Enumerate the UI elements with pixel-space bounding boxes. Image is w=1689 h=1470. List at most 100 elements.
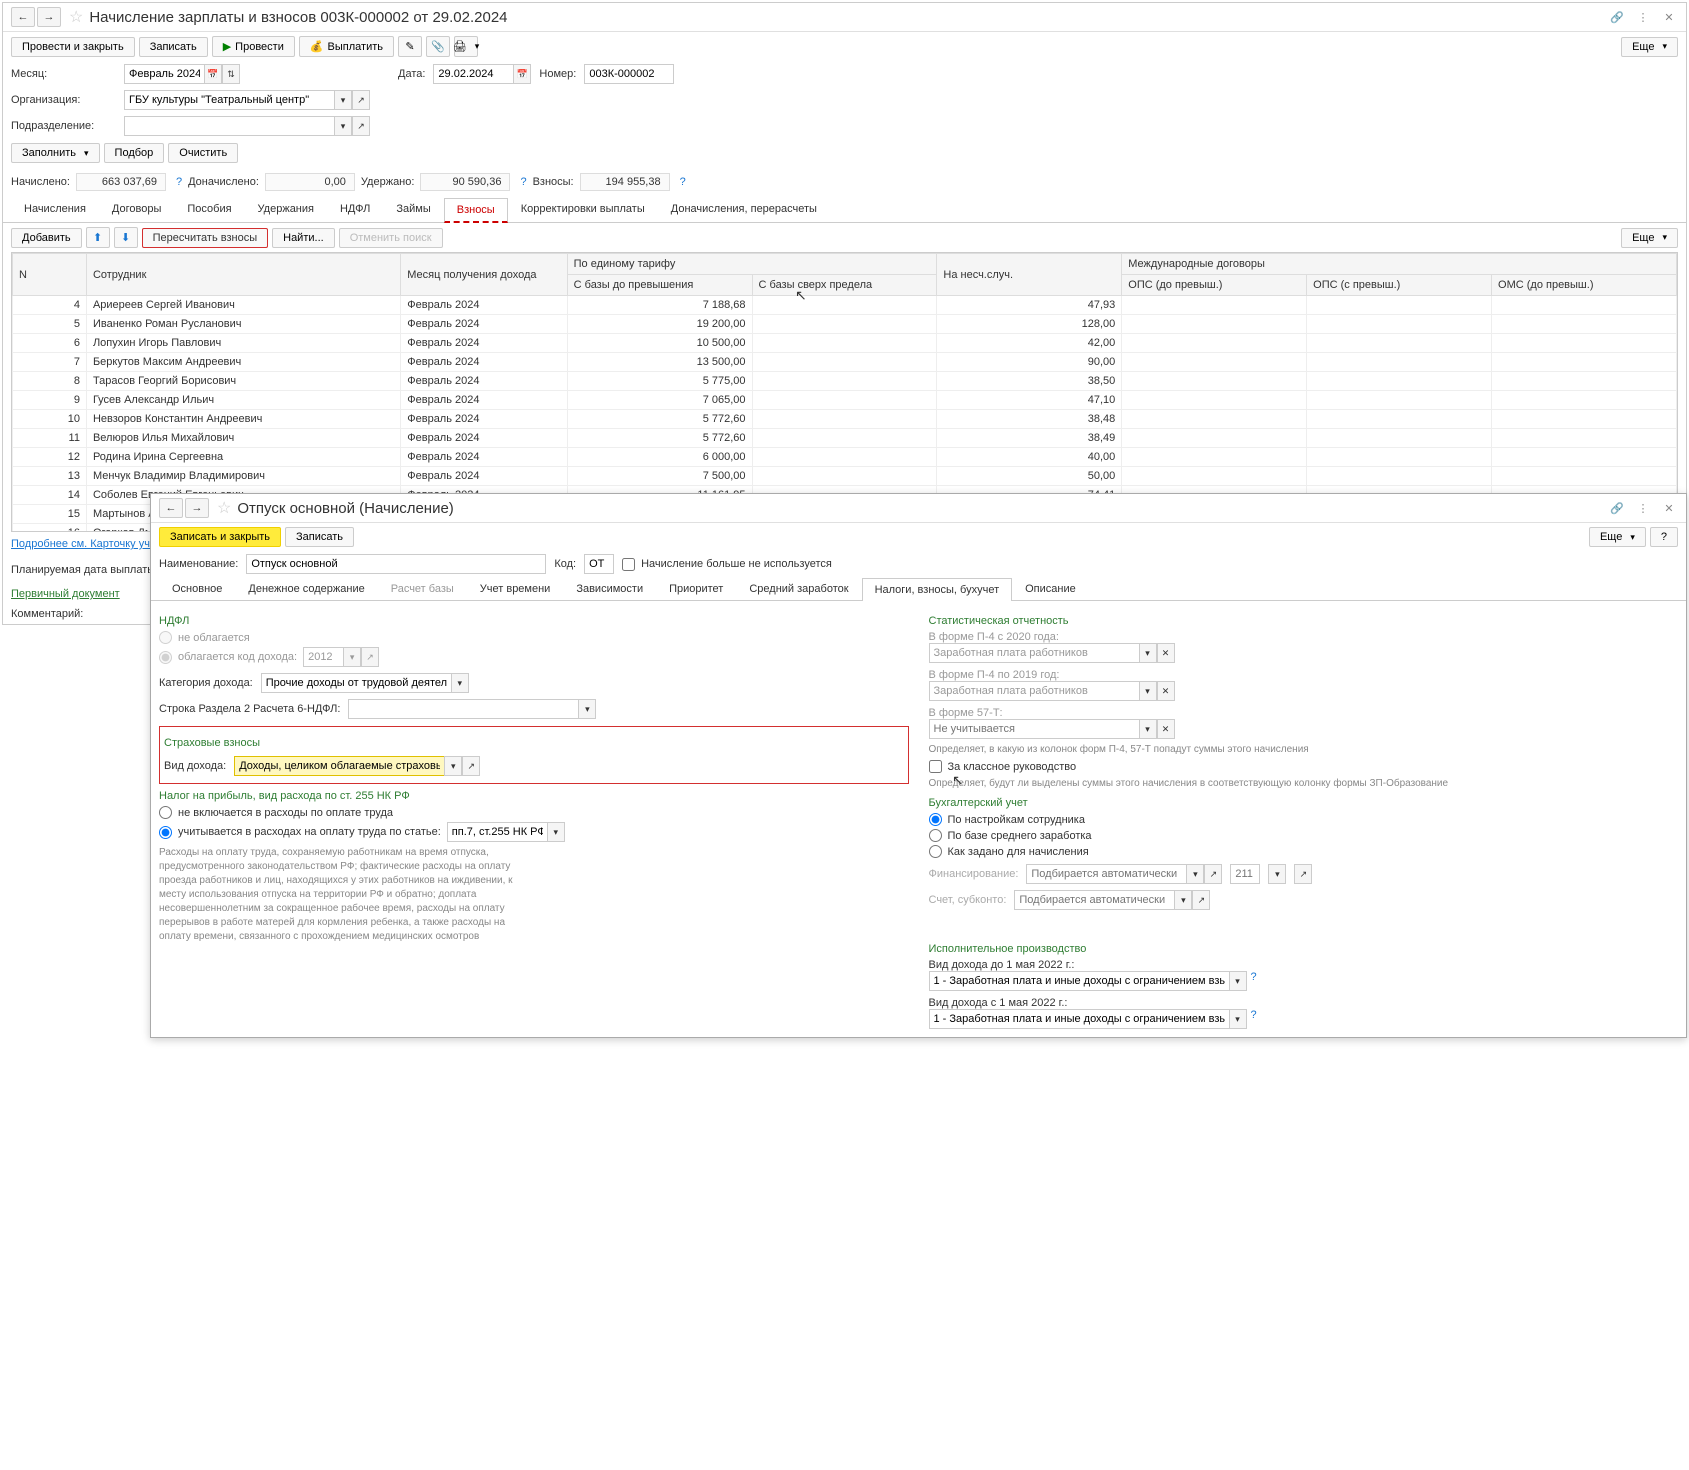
category-input[interactable] <box>261 673 451 693</box>
income-type-dropdown[interactable]: ▾ <box>444 756 462 776</box>
enf-before-dropdown[interactable]: ▾ <box>1229 971 1247 991</box>
post-close-button[interactable]: Провести и закрыть <box>11 37 135 57</box>
sub-tab-desc[interactable]: Описание <box>1012 577 1089 600</box>
help-icon[interactable]: ? <box>520 176 526 188</box>
pay-button[interactable]: 💰Выплатить <box>299 36 394 57</box>
category-dropdown[interactable]: ▾ <box>451 673 469 693</box>
tab-ndfl[interactable]: НДФЛ <box>327 197 383 222</box>
sub-star-icon[interactable]: ☆ <box>217 498 231 518</box>
add-button[interactable]: Добавить <box>11 228 82 248</box>
date-input[interactable] <box>433 64 513 84</box>
line-dropdown[interactable]: ▾ <box>578 699 596 719</box>
table-row[interactable]: 7Беркутов Максим АндреевичФевраль 202413… <box>13 353 1677 372</box>
menu-icon[interactable]: ⋮ <box>1634 8 1652 26</box>
form57t-dropdown[interactable]: ▾ <box>1139 719 1157 739</box>
post-button[interactable]: ▶Провести <box>212 36 295 57</box>
save-button[interactable]: Записать <box>139 37 208 57</box>
acc-set-radio[interactable] <box>929 845 942 858</box>
enf-before-help[interactable]: ? <box>1251 971 1257 991</box>
number-input[interactable] <box>584 64 674 84</box>
stepper-icon[interactable]: ⇅ <box>222 64 240 84</box>
pt-not-included-radio[interactable] <box>159 806 172 819</box>
tab-benefits[interactable]: Пособия <box>174 197 244 222</box>
sub-help-button[interactable]: ? <box>1650 527 1678 547</box>
org-dropdown-icon[interactable]: ▾ <box>334 90 352 110</box>
edit-icon-button[interactable]: ✎ <box>398 36 422 57</box>
code-input[interactable] <box>584 554 614 574</box>
sub-close-icon[interactable]: ✕ <box>1660 499 1678 517</box>
sub-tab-main[interactable]: Основное <box>159 577 235 600</box>
table-row[interactable]: 12Родина Ирина СергеевнаФевраль 20246 00… <box>13 448 1677 467</box>
sub-back-button[interactable]: ← <box>159 498 183 518</box>
enf-after-dropdown[interactable]: ▾ <box>1229 1009 1247 1029</box>
back-button[interactable]: ← <box>11 7 35 27</box>
income-type-open[interactable]: ↗ <box>462 756 480 776</box>
dept-open-icon[interactable]: ↗ <box>352 116 370 136</box>
tab-contributions[interactable]: Взносы <box>444 198 508 223</box>
pt-article-dropdown[interactable]: ▾ <box>547 822 565 842</box>
sub-tab-taxes[interactable]: Налоги, взносы, бухучет <box>862 578 1013 601</box>
acc-employee-radio[interactable] <box>929 813 942 826</box>
calendar-icon[interactable]: 📅 <box>204 64 222 84</box>
help-icon[interactable]: ? <box>176 176 182 188</box>
income-type-input[interactable] <box>234 756 444 776</box>
employees-table[interactable]: N Сотрудник Месяц получения дохода По ед… <box>11 252 1678 532</box>
acc-average-radio[interactable] <box>929 829 942 842</box>
tab-recalc[interactable]: Доначисления, перерасчеты <box>658 197 830 222</box>
sub-tab-time[interactable]: Учет времени <box>467 577 564 600</box>
dept-dropdown-icon[interactable]: ▾ <box>334 116 352 136</box>
name-input[interactable] <box>246 554 546 574</box>
sub-save-button[interactable]: Записать <box>285 527 354 547</box>
clear-button[interactable]: Очистить <box>168 143 238 163</box>
tab-corrections[interactable]: Корректировки выплаты <box>508 197 658 222</box>
ndfl-code-open[interactable]: ↗ <box>361 647 379 667</box>
help-icon[interactable]: ? <box>680 176 686 188</box>
down-button[interactable]: ⬇ <box>114 227 138 248</box>
link-icon[interactable]: 🔗 <box>1608 8 1626 26</box>
table-row[interactable]: 9Гусев Александр ИльичФевраль 20247 065,… <box>13 391 1677 410</box>
not-used-checkbox[interactable] <box>622 558 635 571</box>
recalc-button[interactable]: Пересчитать взносы <box>142 228 269 248</box>
more-button[interactable]: Еще <box>1621 37 1678 57</box>
pt-article-input[interactable] <box>447 822 547 842</box>
pt-included-radio[interactable] <box>159 826 172 839</box>
table-row[interactable]: 10Невзоров Константин АндреевичФевраль 2… <box>13 410 1677 429</box>
attach-icon-button[interactable]: 📎 <box>426 36 450 57</box>
form57t-input[interactable] <box>929 719 1139 739</box>
sub-tab-deps[interactable]: Зависимости <box>563 577 656 600</box>
up-button[interactable]: ⬆ <box>86 227 110 248</box>
table-row[interactable]: 11Велюров Илья МихайловичФевраль 20245 7… <box>13 429 1677 448</box>
sub-forward-button[interactable]: → <box>185 498 209 518</box>
org-input[interactable] <box>124 90 334 110</box>
dept-input[interactable] <box>124 116 334 136</box>
table-row[interactable]: 4Ариереев Сергей ИвановичФевраль 20247 1… <box>13 296 1677 315</box>
sub-tab-base[interactable]: Расчет базы <box>378 577 467 600</box>
star-icon[interactable]: ☆ <box>69 7 83 27</box>
p4-2020-dropdown[interactable]: ▾ <box>1139 643 1157 663</box>
select-button[interactable]: Подбор <box>104 143 165 163</box>
org-open-icon[interactable]: ↗ <box>352 90 370 110</box>
tab-deductions[interactable]: Удержания <box>245 197 327 222</box>
form57t-clear[interactable]: ✕ <box>1157 719 1175 739</box>
enf-after-help[interactable]: ? <box>1251 1009 1257 1029</box>
cancel-search-button[interactable]: Отменить поиск <box>339 228 443 248</box>
line-input[interactable] <box>348 699 578 719</box>
table-row[interactable]: 8Тарасов Георгий БорисовичФевраль 20245 … <box>13 372 1677 391</box>
sub-save-close-button[interactable]: Записать и закрыть <box>159 527 281 547</box>
sub-tab-average[interactable]: Средний заработок <box>736 577 861 600</box>
find-button[interactable]: Найти... <box>272 228 335 248</box>
month-input[interactable] <box>124 64 204 84</box>
enf-before-input[interactable] <box>929 971 1229 991</box>
tab-accruals[interactable]: Начисления <box>11 197 99 222</box>
table-row[interactable]: 13Менчук Владимир ВладимировичФевраль 20… <box>13 467 1677 486</box>
enf-after-input[interactable] <box>929 1009 1229 1029</box>
table-row[interactable]: 5Иваненко Роман РуслановичФевраль 202419… <box>13 315 1677 334</box>
sub-menu-icon[interactable]: ⋮ <box>1634 499 1652 517</box>
tab-contracts[interactable]: Договоры <box>99 197 174 222</box>
p4-2020-clear[interactable]: ✕ <box>1157 643 1175 663</box>
classroom-checkbox[interactable] <box>929 760 942 773</box>
sub-more-button[interactable]: Еще <box>1589 527 1646 547</box>
sub-tab-priority[interactable]: Приоритет <box>656 577 736 600</box>
forward-button[interactable]: → <box>37 7 61 27</box>
close-icon[interactable]: ✕ <box>1660 8 1678 26</box>
